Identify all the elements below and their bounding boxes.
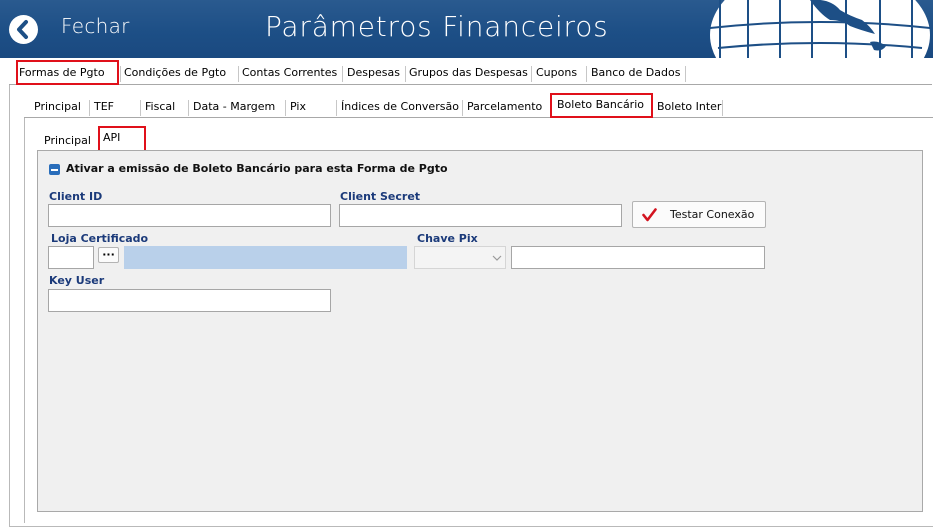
app-header: Fechar Parâmetros Financeiros [0, 0, 933, 58]
chevron-left-icon [17, 20, 28, 39]
loja-certificado-input[interactable] [48, 246, 94, 269]
subtab-parcelamento[interactable]: Parcelamento [467, 96, 542, 118]
chevron-down-icon [492, 255, 502, 261]
checkmark-icon [642, 208, 657, 222]
tab-separator [685, 66, 686, 82]
innertab-api[interactable]: API [103, 127, 120, 149]
subtab-boleto-inter[interactable]: Boleto Inter [657, 96, 721, 118]
subtab-boleto-bancario[interactable]: Boleto Bancário [557, 94, 644, 116]
tab-separator [120, 66, 121, 82]
subtab-fiscal[interactable]: Fiscal [145, 96, 175, 118]
chave-pix-label: Chave Pix [417, 232, 478, 245]
page-title: Parâmetros Financeiros [265, 10, 609, 43]
api-form-panel: Ativar a emissão de Boleto Bancário para… [37, 150, 923, 512]
tab-formas-de-pgto[interactable]: Formas de Pgto [19, 62, 105, 84]
testar-conexao-button[interactable]: Testar Conexão [632, 201, 766, 228]
back-button[interactable] [9, 15, 38, 44]
close-label[interactable]: Fechar [61, 14, 130, 38]
client-id-label: Client ID [49, 190, 103, 203]
subtab-principal[interactable]: Principal [34, 96, 81, 118]
globe-icon [709, 0, 931, 58]
subtab-indices-de-conversao[interactable]: Índices de Conversão [341, 96, 459, 118]
tab-grupos-das-despesas[interactable]: Grupos das Despesas [409, 62, 528, 84]
tab-separator [238, 66, 239, 82]
client-id-input[interactable] [48, 204, 331, 227]
main-tab-baseline [9, 84, 932, 85]
loja-certificado-label: Loja Certificado [51, 232, 149, 245]
tab-separator [89, 100, 90, 116]
tab-separator [531, 66, 532, 82]
activate-boleto-checkbox[interactable] [49, 164, 60, 175]
client-secret-label: Client Secret [340, 190, 421, 203]
key-user-label: Key User [49, 274, 105, 287]
subtab-tef[interactable]: TEF [94, 96, 114, 118]
subtab-data-margem[interactable]: Data - Margem [193, 96, 275, 118]
browse-certificate-button[interactable]: ··· [98, 247, 119, 263]
testar-conexao-label: Testar Conexão [670, 208, 755, 221]
tab-separator [140, 100, 141, 116]
subtab-pix[interactable]: Pix [290, 96, 306, 118]
tab-separator [462, 100, 463, 116]
tab-separator [586, 66, 587, 82]
tab-condicoes-de-pgto[interactable]: Condições de Pgto [124, 62, 226, 84]
activate-boleto-label: Ativar a emissão de Boleto Bancário para… [66, 162, 448, 175]
tab-banco-de-dados[interactable]: Banco de Dados [591, 62, 680, 84]
tab-separator [336, 100, 337, 116]
tab-separator [722, 100, 723, 116]
client-secret-input[interactable] [339, 204, 622, 227]
innertab-principal[interactable]: Principal [44, 130, 91, 152]
chave-pix-type-select [414, 246, 506, 269]
tab-cupons[interactable]: Cupons [536, 62, 577, 84]
tab-separator [285, 100, 286, 116]
tab-separator [188, 100, 189, 116]
tab-separator [405, 66, 406, 82]
tab-separator [342, 66, 343, 82]
tab-despesas[interactable]: Despesas [347, 62, 400, 84]
certificate-path-field [124, 246, 407, 269]
chave-pix-input[interactable] [511, 246, 765, 269]
key-user-input[interactable] [48, 289, 331, 312]
tab-contas-correntes[interactable]: Contas Correntes [242, 62, 337, 84]
